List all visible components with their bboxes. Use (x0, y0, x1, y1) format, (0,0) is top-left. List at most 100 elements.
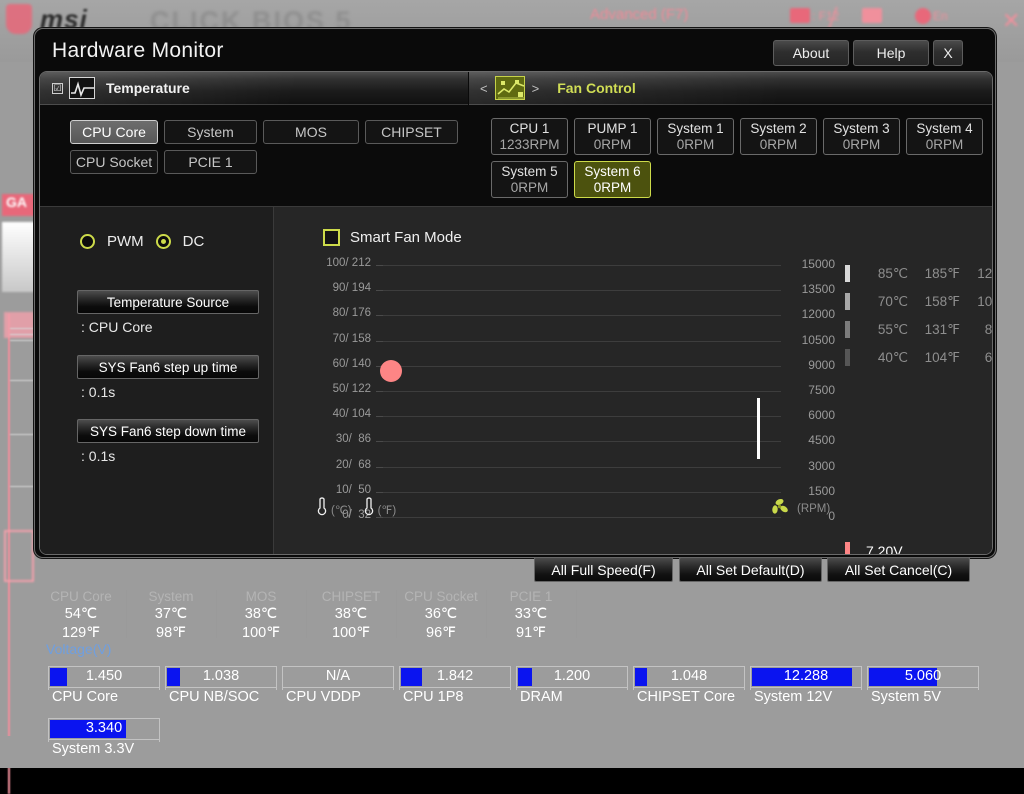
fan-name: System 1 (667, 121, 723, 136)
temperature-readout-cpu-core: CPU Core54℃129℉ (36, 588, 126, 642)
separator (576, 590, 577, 638)
fan-name: CPU 1 (510, 121, 550, 136)
fan-curve-graph[interactable]: Smart Fan Mode 100/ 21290/ 19480/ 17670/… (275, 207, 993, 555)
fan-card-system-4[interactable]: System 40RPM (906, 118, 983, 155)
y-tick-mark (376, 391, 383, 392)
fan-name: PUMP 1 (587, 121, 637, 136)
temperature-tab-mos[interactable]: MOS (263, 120, 359, 144)
smart-fan-mode-row[interactable]: Smart Fan Mode (323, 229, 462, 246)
y-tick-mark (376, 492, 383, 493)
temperature-fahrenheit: 100℉ (306, 624, 396, 642)
bios-left-rail: GA (0, 62, 36, 768)
pwm-label: PWM (107, 233, 144, 250)
fan-control-section-header[interactable]: < > Fan Control (469, 72, 993, 105)
temperature-tab-row-2: CPU SocketPCIE 1 (70, 150, 257, 174)
y-axis-left-tick: 90/ 194 (275, 282, 371, 294)
step-down-time-button[interactable]: SYS Fan6 step down time (77, 419, 259, 443)
temperature-tab-system[interactable]: System (164, 120, 257, 144)
voltage-name: System 3.3V (52, 741, 134, 757)
legend-swatch (845, 321, 850, 338)
y-axis-left-tick: 10/ 50 (275, 484, 371, 496)
y-tick-mark (376, 290, 383, 291)
screenshot-icon: : F12 (790, 8, 839, 23)
temperature-celsius: 37℃ (126, 605, 216, 623)
step-up-time-value: : 0.1s (81, 384, 115, 400)
gridline (383, 290, 781, 291)
legend-row: 55℃131℉8.40V (845, 321, 993, 338)
fan-rpm: 0RPM (677, 137, 715, 152)
voltage-item-system-12v: 12.288System 12V (750, 666, 862, 688)
fan-card-pump-1[interactable]: PUMP 10RPM (574, 118, 651, 155)
temperature-section-header[interactable]: ☑ Temperature (40, 72, 468, 105)
voltage-name: DRAM (520, 689, 563, 705)
temperature-collapse-checkbox[interactable]: ☑ (52, 83, 63, 94)
temperature-celsius: 36℃ (396, 605, 486, 623)
voltage-value: 5.060 (867, 668, 979, 684)
temperature-name: CHIPSET (306, 588, 396, 605)
gridline (383, 441, 781, 442)
y-axis-left-tick: 50/ 122 (275, 383, 371, 395)
temperature-fahrenheit: 96℉ (396, 624, 486, 642)
legend-swatch (845, 349, 850, 366)
all-set-cancel-button[interactable]: All Set Cancel(C) (827, 557, 970, 582)
dc-radio[interactable] (156, 234, 171, 249)
current-voltage-label: 7.20V (866, 543, 903, 556)
temperature-name: MOS (216, 588, 306, 605)
fan-rpm: 1233RPM (499, 137, 559, 152)
legend-fahrenheit: 131℉ (908, 322, 960, 338)
voltage-name: CPU 1P8 (403, 689, 463, 705)
fan-card-system-1[interactable]: System 10RPM (657, 118, 734, 155)
legend-fahrenheit: 104℉ (908, 350, 960, 366)
temperature-readout-cpu-socket: CPU Socket36℃96℉ (396, 588, 486, 642)
advanced-mode-label: Advanced (F7) (590, 6, 688, 23)
temperature-source-button[interactable]: Temperature Source (77, 290, 259, 314)
current-voltage-swatch (845, 542, 850, 555)
temperature-fahrenheit: 98℉ (126, 624, 216, 642)
fan-rpm: 0RPM (843, 137, 881, 152)
smart-fan-mode-checkbox[interactable] (323, 229, 340, 246)
temperature-celsius: 54℃ (36, 605, 126, 623)
y-axis-left-tick: 40/ 104 (275, 408, 371, 420)
close-button[interactable]: X (933, 40, 963, 66)
y-tick-mark (376, 265, 383, 266)
temperature-tab-cpu-socket[interactable]: CPU Socket (70, 150, 158, 174)
temperature-name: CPU Socket (396, 588, 486, 605)
prev-arrow-icon[interactable]: < (480, 81, 488, 96)
fan-rpm: 0RPM (594, 180, 632, 195)
voltage-name: System 5V (871, 689, 941, 705)
about-button[interactable]: About (773, 40, 849, 66)
fan-name: System 5 (501, 164, 557, 179)
fan-settings-column: PWM DC Temperature Source : CPU Core SYS… (40, 207, 274, 555)
voltage-value: N/A (282, 668, 394, 684)
fan-card-system-5[interactable]: System 50RPM (491, 161, 568, 198)
fan-rpm: 0RPM (594, 137, 632, 152)
fan-card-system-2[interactable]: System 20RPM (740, 118, 817, 155)
current-voltage-legend: 7.20V (845, 542, 903, 555)
all-set-default-button[interactable]: All Set Default(D) (679, 557, 822, 582)
rpm-axis-footer: (RPM) (770, 497, 830, 521)
help-button[interactable]: Help (853, 40, 929, 66)
all-full-speed-button[interactable]: All Full Speed(F) (534, 557, 673, 582)
fan-card-system-6[interactable]: System 60RPM (574, 161, 651, 198)
temperature-fahrenheit: 91℉ (486, 624, 576, 642)
thermometer-icon (315, 497, 328, 522)
hardware-monitor-window: Hardware Monitor About Help X ☑ Temperat… (34, 28, 996, 558)
pwm-radio[interactable] (80, 234, 95, 249)
fan-mode-radio-group: PWM DC (80, 233, 204, 250)
y-axis-left-tick: 80/ 176 (275, 307, 371, 319)
fan-curve-point-1[interactable] (380, 360, 402, 382)
next-arrow-icon[interactable]: > (532, 81, 540, 96)
fan-name: System 6 (584, 164, 640, 179)
temperature-tab-cpu-core[interactable]: CPU Core (70, 120, 158, 144)
step-up-time-button[interactable]: SYS Fan6 step up time (77, 355, 259, 379)
fan-card-cpu-1[interactable]: CPU 11233RPM (491, 118, 568, 155)
rpm-slider-handle[interactable] (757, 398, 760, 459)
fan-icon (770, 497, 789, 521)
fan-card-system-3[interactable]: System 30RPM (823, 118, 900, 155)
voltage-value: 1.038 (165, 668, 277, 684)
temperature-tab-chipset[interactable]: CHIPSET (365, 120, 458, 144)
temperature-tab-pcie-1[interactable]: PCIE 1 (164, 150, 257, 174)
gridline (383, 416, 781, 417)
fan-rpm: 0RPM (760, 137, 798, 152)
legend-volts: 12.00V (960, 266, 993, 281)
